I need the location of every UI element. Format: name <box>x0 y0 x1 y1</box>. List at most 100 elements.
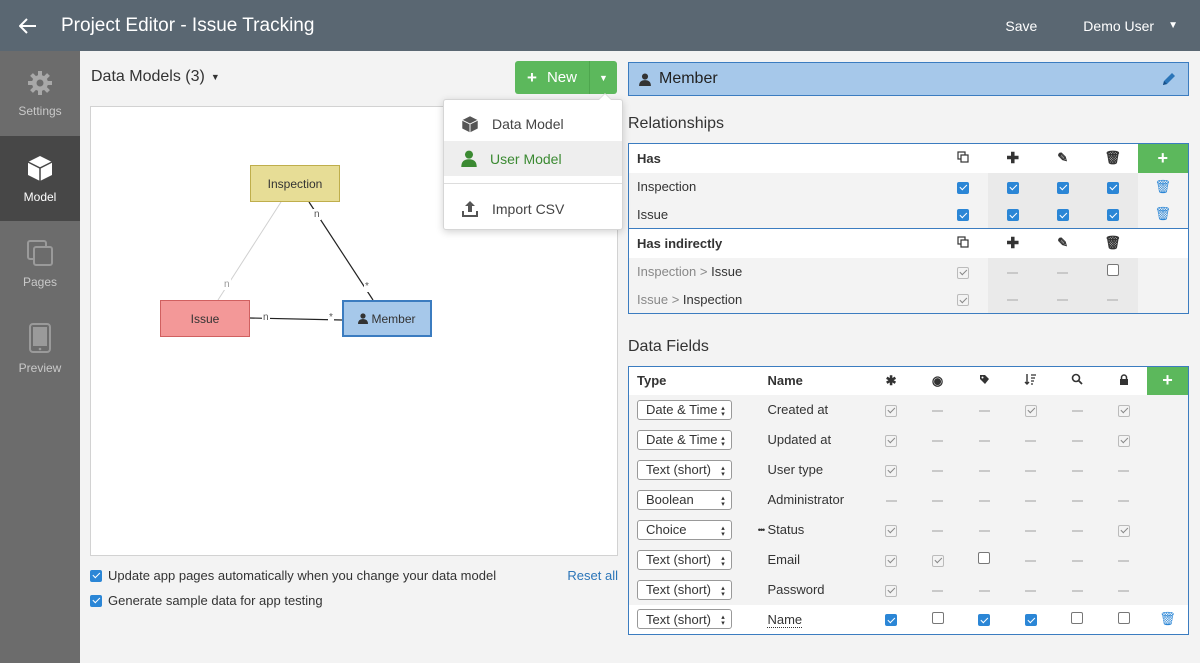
field-row: Text (short) User type <box>629 455 1189 485</box>
field-checkbox <box>885 434 898 447</box>
entity-inspection[interactable]: Inspection <box>250 165 340 202</box>
field-name[interactable]: Name <box>767 611 803 628</box>
plus-icon: + <box>527 67 537 87</box>
sidebar-item-pages[interactable]: Pages <box>0 221 80 306</box>
field-checkbox <box>931 554 944 567</box>
type-header: Type <box>628 366 758 395</box>
field-row: Text (short) Email <box>629 545 1189 575</box>
save-button[interactable]: Save <box>1005 18 1037 34</box>
sample-data-option[interactable]: Generate sample data for app testing <box>90 593 618 608</box>
field-type-select[interactable]: Date & Time <box>637 399 732 420</box>
entity-label: Inspection <box>267 176 323 191</box>
field-name: User type <box>767 462 824 477</box>
sidebar-item-settings[interactable]: Settings <box>0 51 80 136</box>
relationship-checkbox[interactable] <box>1056 209 1069 222</box>
dash <box>1007 299 1019 302</box>
relationships-table: Has ✚ ✎ 🗑︎ + Inspection 🗑︎ Issue 🗑︎ Has … <box>628 143 1189 314</box>
unique-icon: ◉ <box>914 366 961 395</box>
relationship-checkbox[interactable] <box>1006 181 1019 194</box>
indirect-from: Inspection <box>637 264 697 279</box>
field-row: Date & Time Updated at <box>629 425 1189 455</box>
field-checkbox <box>885 584 898 597</box>
more-options-icon[interactable]: ••• <box>758 515 768 545</box>
trash-icon: 🗑︎ <box>1087 143 1138 173</box>
auto-update-option[interactable]: Update app pages automatically when you … <box>90 568 618 583</box>
edge-label: n <box>223 279 231 290</box>
field-checkbox[interactable] <box>978 552 991 564</box>
add-field-button[interactable]: + <box>1147 366 1189 395</box>
field-checkbox <box>1117 434 1130 447</box>
field-checkbox[interactable] <box>1071 611 1084 624</box>
menu-item-import-csv[interactable]: Import CSV <box>444 191 622 226</box>
field-checkbox <box>1117 404 1130 417</box>
field-row: Boolean Administrator <box>629 485 1189 515</box>
pencil-icon[interactable] <box>1161 72 1176 87</box>
menu-item-label: Data Model <box>492 115 564 132</box>
field-type-select[interactable]: Text (short) <box>637 549 732 570</box>
sidebar-item-model[interactable]: Model <box>0 136 80 221</box>
auto-update-checkbox[interactable] <box>90 569 102 582</box>
field-checkbox[interactable] <box>931 611 944 624</box>
field-row: Text (short) Name 🗑︎ <box>628 604 1189 635</box>
field-checkbox <box>885 464 898 477</box>
field-type-select[interactable]: Choice <box>637 519 732 540</box>
new-label: New <box>546 69 577 86</box>
relationship-checkbox[interactable] <box>956 209 969 222</box>
new-dropdown-toggle[interactable]: ▼ <box>589 61 617 94</box>
sample-data-checkbox[interactable] <box>90 594 102 607</box>
search-icon <box>1054 366 1101 395</box>
data-models-selector[interactable]: Data Models (3) ▼ <box>91 68 220 86</box>
field-type-select[interactable]: Text (short) <box>637 579 732 600</box>
pages-icon <box>27 239 53 266</box>
relationship-checkbox[interactable] <box>1006 209 1019 222</box>
sidebar-item-preview[interactable]: Preview <box>0 306 80 391</box>
menu-item-data-model[interactable]: Data Model <box>444 106 622 141</box>
relationship-checkbox[interactable] <box>1106 264 1119 276</box>
trash-icon: 🗑︎ <box>1087 228 1138 258</box>
caret-down-icon: ▼ <box>210 72 220 82</box>
field-checkbox[interactable] <box>1117 611 1130 624</box>
has-indirectly-header: Has indirectly <box>628 228 938 258</box>
field-checkbox[interactable] <box>885 614 898 627</box>
reset-all-link[interactable]: Reset all <box>567 568 618 583</box>
field-checkbox[interactable] <box>978 614 991 627</box>
relationship-checkbox <box>956 266 969 279</box>
relationship-name: Issue <box>637 206 669 222</box>
entity-member[interactable]: Member <box>342 300 432 337</box>
trash-icon[interactable]: 🗑︎ <box>1155 206 1172 221</box>
relationship-checkbox[interactable] <box>1056 181 1069 194</box>
gear-icon <box>28 70 52 95</box>
relationship-checkbox[interactable] <box>1106 209 1119 222</box>
relationship-checkbox <box>956 294 969 307</box>
relationships-title: Relationships <box>628 115 725 132</box>
back-arrow-icon[interactable] <box>0 0 56 51</box>
field-type-select[interactable]: Boolean <box>637 489 732 510</box>
menu-item-label: Import CSV <box>492 200 565 217</box>
sidebar-label: Preview <box>18 360 62 375</box>
name-header: Name <box>767 366 868 395</box>
edge-label: * <box>328 312 334 323</box>
field-type-select[interactable]: Text (short) <box>637 459 732 480</box>
field-name: Updated at <box>767 432 832 447</box>
user-menu[interactable]: Demo User ▼ <box>1083 18 1178 34</box>
field-row: Date & Time Created at <box>629 395 1189 425</box>
menu-item-user-model[interactable]: User Model <box>444 141 622 176</box>
trash-icon[interactable]: 🗑︎ <box>1155 179 1172 194</box>
field-checkbox[interactable] <box>1024 614 1037 627</box>
model-options: Update app pages automatically when you … <box>90 568 618 618</box>
relationship-checkbox[interactable] <box>1106 181 1119 194</box>
add-relationship-button[interactable]: + <box>1137 143 1189 173</box>
sidebar: Settings Model Pages Preview <box>0 51 80 663</box>
field-type-select[interactable]: Text (short) <box>637 609 732 630</box>
relationship-checkbox[interactable] <box>956 181 969 194</box>
new-button[interactable]: + New <box>515 61 589 94</box>
trash-icon[interactable]: 🗑︎ <box>1159 611 1176 626</box>
auto-update-label: Update app pages automatically when you … <box>108 568 497 583</box>
relationship-name: Inspection <box>637 179 697 194</box>
field-row: Text (short) Password <box>629 575 1189 605</box>
field-row: Choice ••• Status <box>629 515 1189 545</box>
sidebar-label: Model <box>23 189 57 204</box>
field-type-select[interactable]: Date & Time <box>637 429 732 450</box>
entity-issue[interactable]: Issue <box>160 300 250 337</box>
indirect-from: Issue <box>637 291 669 307</box>
